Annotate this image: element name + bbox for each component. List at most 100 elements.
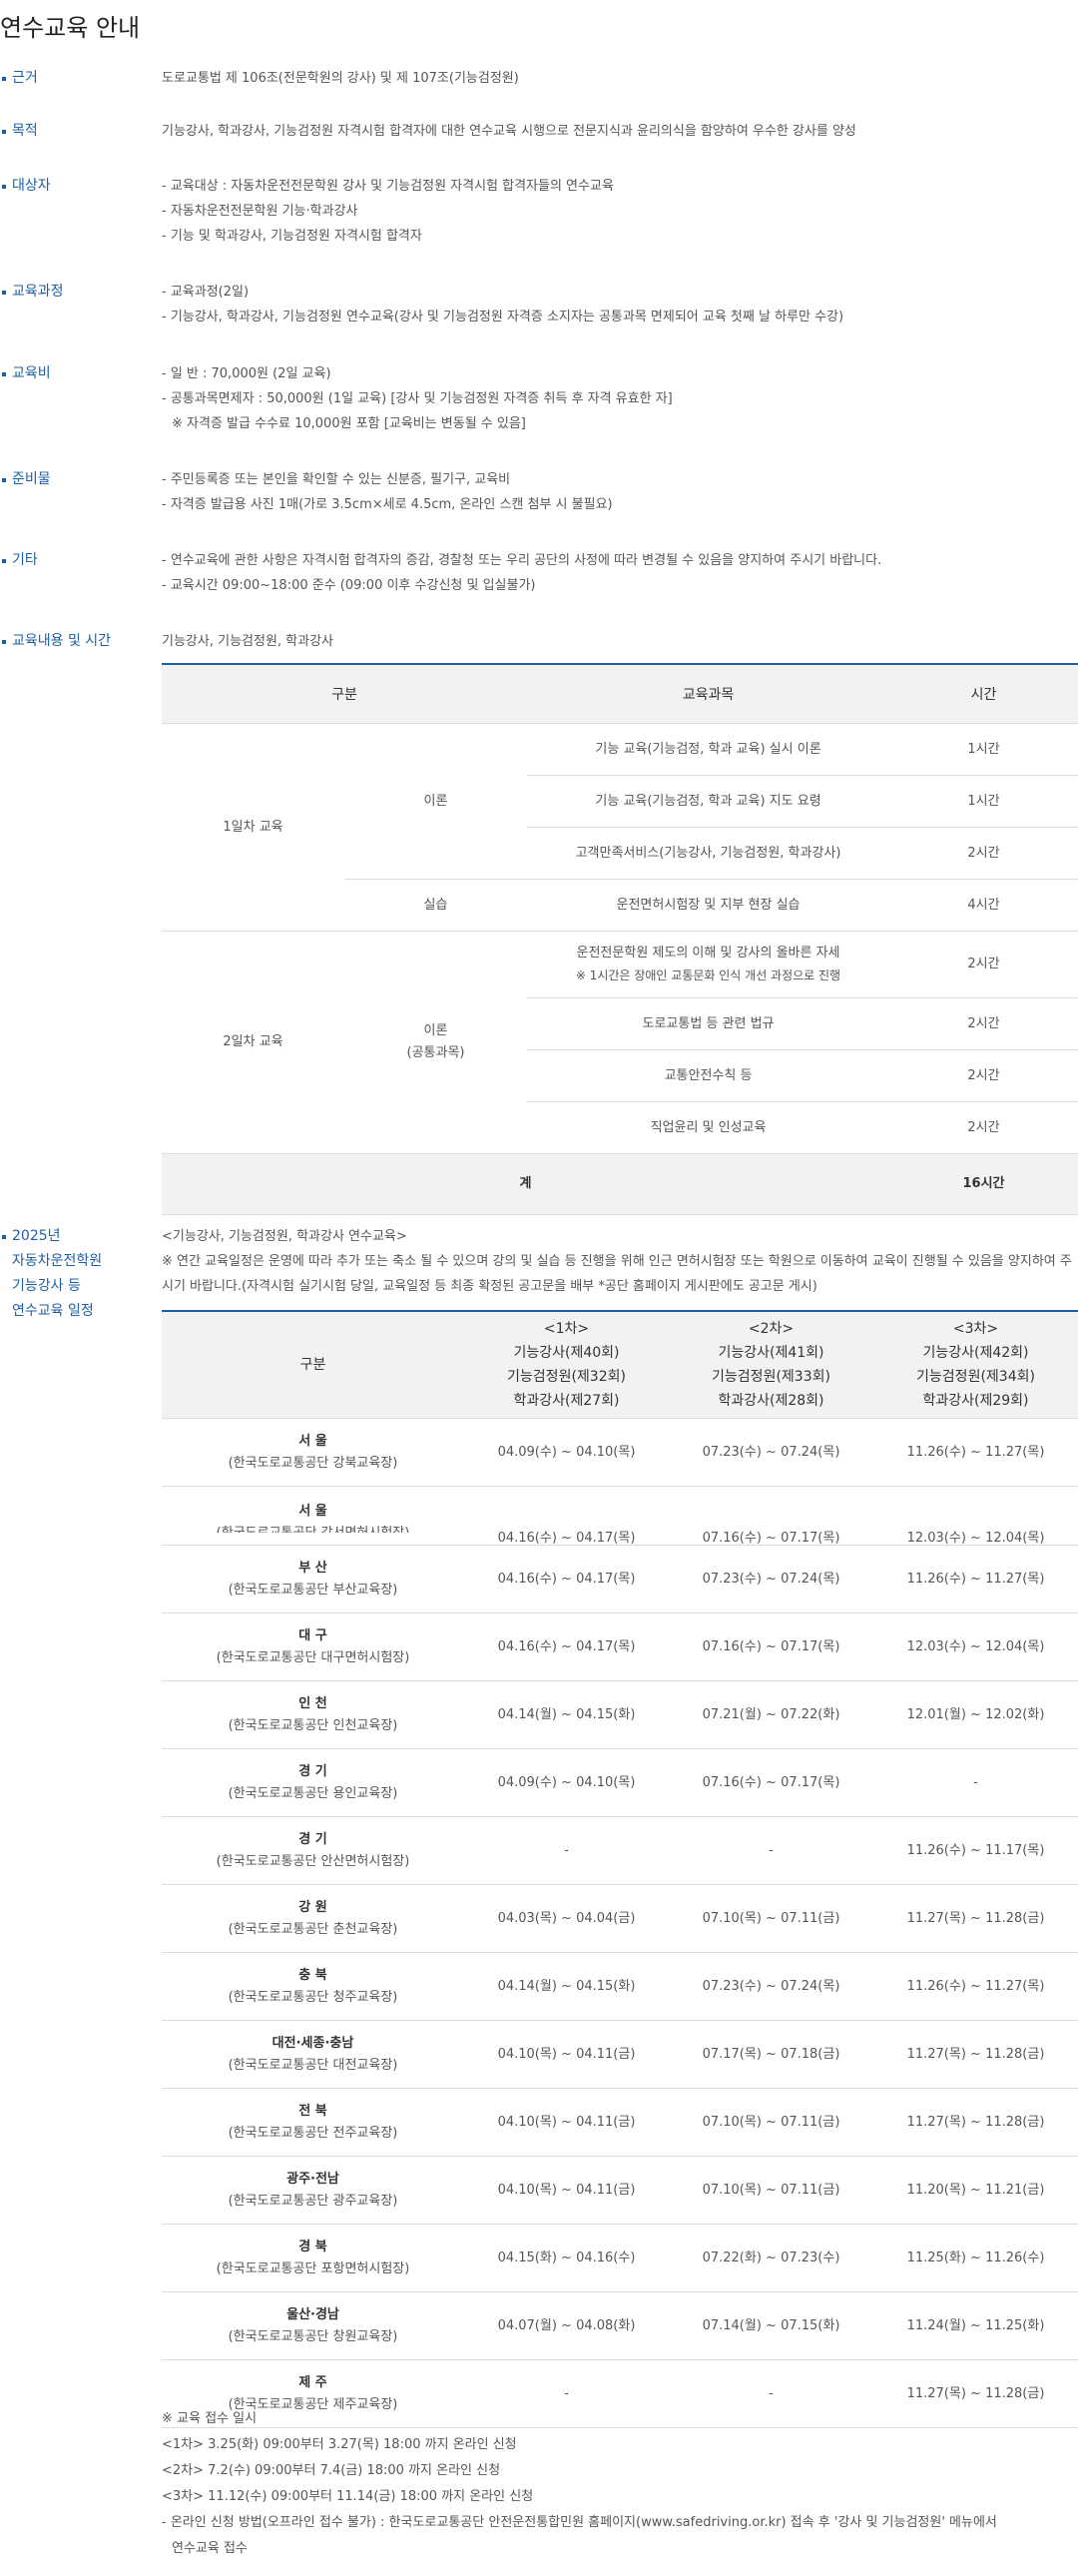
schedule-header-category: 구분	[162, 1311, 464, 1419]
table-row: 전 북 (한국도로교통공단 전주교육장) 04.10(목) ~ 04.11(금) …	[162, 2088, 1078, 2157]
date-cell: -	[669, 1816, 873, 1885]
table-row: 부 산 (한국도로교통공단 부산교육장) 04.16(수) ~ 04.17(목) …	[162, 1545, 1078, 1613]
table-row: 경 기 (한국도로교통공단 용인교육장) 04.09(수) ~ 04.10(목) …	[162, 1748, 1078, 1817]
header-subject: 교육과목	[527, 664, 890, 724]
date-cell: 04.10(목) ~ 04.11(금)	[464, 2156, 669, 2225]
section-value: 기능강사, 학과강사, 기능검정원 자격시험 합격자에 대한 연수교육 시행으로…	[162, 124, 856, 139]
table-row: 대 구 (한국도로교통공단 대구면허시험장) 04.16(수) ~ 04.17(목…	[162, 1612, 1078, 1681]
date-cell: 07.10(목) ~ 07.11(금)	[669, 2156, 873, 2225]
region-cell: 경 북 (한국도로교통공단 포항면허시험장)	[162, 2224, 464, 2292]
header-category: 구분	[162, 664, 528, 724]
date-cell: 07.22(화) ~ 07.23(수)	[669, 2224, 873, 2292]
schedule-table: 구분 <1차> 기능강사(제40회) 기능검정원(제32회) 학과강사(제27회…	[162, 1310, 1078, 2428]
section-label: 목적	[2, 119, 162, 144]
day1-label: 1일차 교육	[162, 723, 344, 932]
subject-cell: 고객만족서비스(기능강사, 기능검정원, 학과강사)	[527, 827, 890, 880]
table-row: 대전·세종·충남 (한국도로교통공단 대전교육장) 04.10(목) ~ 04.1…	[162, 2020, 1078, 2089]
date-cell: 11.26(수) ~ 11.27(목)	[873, 1418, 1078, 1487]
hours-cell: 2시간	[889, 1101, 1078, 1154]
date-cell: 12.03(수) ~ 12.04(목)	[873, 1612, 1078, 1681]
date-cell: 04.10(목) ~ 04.11(금)	[464, 2088, 669, 2157]
region-cell: 전 북 (한국도로교통공단 전주교육장)	[162, 2088, 464, 2157]
hours-cell: 1시간	[889, 775, 1078, 828]
section-label: 기타	[2, 548, 162, 573]
subject-cell: 운전면허시험장 및 지부 현장 실습	[527, 879, 890, 932]
date-cell: 11.26(수) ~ 11.27(목)	[873, 1952, 1078, 2021]
region-cell: 대 구 (한국도로교통공단 대구면허시험장)	[162, 1612, 464, 1681]
subject-cell: 직업윤리 및 인성교육	[527, 1101, 890, 1154]
date-cell: -	[464, 1816, 669, 1885]
region-cell: 울산·경남 (한국도로교통공단 창원교육장)	[162, 2291, 464, 2360]
table-row: 울산·경남 (한국도로교통공단 창원교육장) 04.07(월) ~ 04.08(화…	[162, 2291, 1078, 2360]
registration-notes: ※ 교육 접수 일시 <1차> 3.25(화) 09:00부터 3.27(목) …	[162, 2411, 997, 2556]
region-cell: 경 기 (한국도로교통공단 안산면허시험장)	[162, 1816, 464, 1885]
date-cell: 07.23(수) ~ 07.24(목)	[669, 1418, 873, 1487]
table-row: 충 북 (한국도로교통공단 청주교육장) 04.14(월) ~ 04.15(화) …	[162, 1952, 1078, 2021]
section-value: 기능강사, 기능검정원, 학과강사	[162, 634, 334, 649]
date-cell: 04.07(월) ~ 04.08(화)	[464, 2291, 669, 2360]
subject-cell: 도로교통법 등 관련 법규	[527, 997, 890, 1050]
total-hours: 16시간	[889, 1153, 1078, 1215]
subject-cell: 기능 교육(기능검정, 학과 교육) 지도 요령	[527, 775, 890, 828]
date-cell: 07.17(목) ~ 07.18(금)	[669, 2020, 873, 2089]
region-cell: 대전·세종·충남 (한국도로교통공단 대전교육장)	[162, 2020, 464, 2089]
date-cell: 04.16(수) ~ 04.17(목)	[464, 1612, 669, 1681]
date-cell: -	[873, 1748, 1078, 1817]
date-cell: 04.14(월) ~ 04.15(화)	[464, 1680, 669, 1749]
region-cell: 부 산 (한국도로교통공단 부산교육장)	[162, 1545, 464, 1613]
date-cell: 07.10(목) ~ 07.11(금)	[669, 2088, 873, 2157]
region-cell: 인 천 (한국도로교통공단 인천교육장)	[162, 1680, 464, 1749]
date-cell: 11.27(목) ~ 11.28(금)	[873, 2088, 1078, 2157]
section-label: 준비물	[2, 467, 162, 492]
curriculum-table: 구분 교육과목 시간 1일차 교육 이론 기능 교육(기능검정, 학과 교육) …	[162, 663, 1078, 1215]
theory-common-label: 이론 (공통과목)	[344, 931, 528, 1154]
date-cell: 07.16(수) ~ 07.17(목)	[669, 1486, 873, 1546]
date-cell: 04.15(화) ~ 04.16(수)	[464, 2224, 669, 2292]
table-row: 강 원 (한국도로교통공단 춘천교육장) 04.03(목) ~ 04.04(금) …	[162, 1884, 1078, 1953]
round-header-3: <3차> 기능강사(제42회) 기능검정원(제34회) 학과강사(제29회)	[873, 1311, 1078, 1419]
table-row: 경 북 (한국도로교통공단 포항면허시험장) 04.15(화) ~ 04.16(수…	[162, 2224, 1078, 2292]
subject-cell: 운전전문학원 제도의 이해 및 강사의 올바른 자세 ※ 1시간은 장애인 교통…	[527, 931, 890, 998]
schedule-notice: <기능강사, 기능검정원, 학과강사 연수교육> ※ 연간 교육일정은 운영에 …	[162, 1224, 1078, 1299]
practice-label: 실습	[344, 879, 528, 932]
date-cell: 04.16(수) ~ 04.17(목)	[464, 1545, 669, 1613]
day2-label: 2일차 교육	[162, 931, 344, 1154]
schedule-subtitle: <기능강사, 기능검정원, 학과강사 연수교육>	[162, 1229, 407, 1244]
hours-cell: 1시간	[889, 723, 1078, 776]
region-cell: 서 울 (한국도로교통공단 강북교육장)	[162, 1418, 464, 1487]
date-cell: 07.23(수) ~ 07.24(목)	[669, 1545, 873, 1613]
section-value: - 교육대상 : 자동차운전전문학원 강사 및 기능검정원 자격시험 합격자들의…	[162, 179, 614, 244]
date-cell: 07.16(수) ~ 07.17(목)	[669, 1748, 873, 1817]
date-cell: 11.27(목) ~ 11.28(금)	[873, 2020, 1078, 2089]
date-cell: 11.20(목) ~ 11.21(금)	[873, 2156, 1078, 2225]
date-cell: 04.16(수) ~ 04.17(목)	[464, 1486, 669, 1546]
table-row: 광주·전남 (한국도로교통공단 광주교육장) 04.10(목) ~ 04.11(금…	[162, 2156, 1078, 2225]
section-value: - 연수교육에 관한 사항은 자격시험 합격자의 증감, 경찰청 또는 우리 공…	[162, 553, 882, 593]
hours-cell: 2시간	[889, 931, 1078, 998]
section-value: - 일 반 : 70,000원 (2일 교육) - 공통과목면제자 : 50,0…	[162, 366, 673, 431]
date-cell: 07.16(수) ~ 07.17(목)	[669, 1612, 873, 1681]
section-label: 교육과정	[2, 280, 162, 305]
hours-cell: 2시간	[889, 997, 1078, 1050]
region-cell: 강 원 (한국도로교통공단 춘천교육장)	[162, 1884, 464, 1953]
date-cell: 04.09(수) ~ 04.10(목)	[464, 1748, 669, 1817]
date-cell: 04.03(목) ~ 04.04(금)	[464, 1884, 669, 1953]
header-hours: 시간	[889, 664, 1078, 724]
round-header-2: <2차> 기능강사(제41회) 기능검정원(제33회) 학과강사(제28회)	[669, 1311, 873, 1419]
section-label: 근거	[2, 66, 162, 91]
date-cell: 11.26(수) ~ 11.27(목)	[873, 1545, 1078, 1613]
date-cell: 04.10(목) ~ 04.11(금)	[464, 2020, 669, 2089]
theory-label: 이론	[344, 723, 528, 880]
date-cell: 04.09(수) ~ 04.10(목)	[464, 1418, 669, 1487]
round-header-1: <1차> 기능강사(제40회) 기능검정원(제32회) 학과강사(제27회)	[464, 1311, 669, 1419]
region-cell: 충 북 (한국도로교통공단 청주교육장)	[162, 1952, 464, 2021]
date-cell: 07.23(수) ~ 07.24(목)	[669, 1952, 873, 2021]
date-cell: 07.21(월) ~ 07.22(화)	[669, 1680, 873, 1749]
section-label: 대상자	[2, 174, 162, 199]
date-cell: 11.25(화) ~ 11.26(수)	[873, 2224, 1078, 2292]
region-cell: 광주·전남 (한국도로교통공단 광주교육장)	[162, 2156, 464, 2225]
schedule-notice-text: ※ 연간 교육일정은 운영에 따라 추가 또는 축소 될 수 있으며 강의 및 …	[162, 1254, 1072, 1294]
date-cell: 11.26(수) ~ 11.17(목)	[873, 1816, 1078, 1885]
table-row: 서 울 (한국도로교통공단 강북교육장) 04.09(수) ~ 04.10(목) …	[162, 1418, 1078, 1487]
section-value: 도로교통법 제 106조(전문학원의 강사) 및 제 107조(기능검정원)	[162, 71, 519, 86]
